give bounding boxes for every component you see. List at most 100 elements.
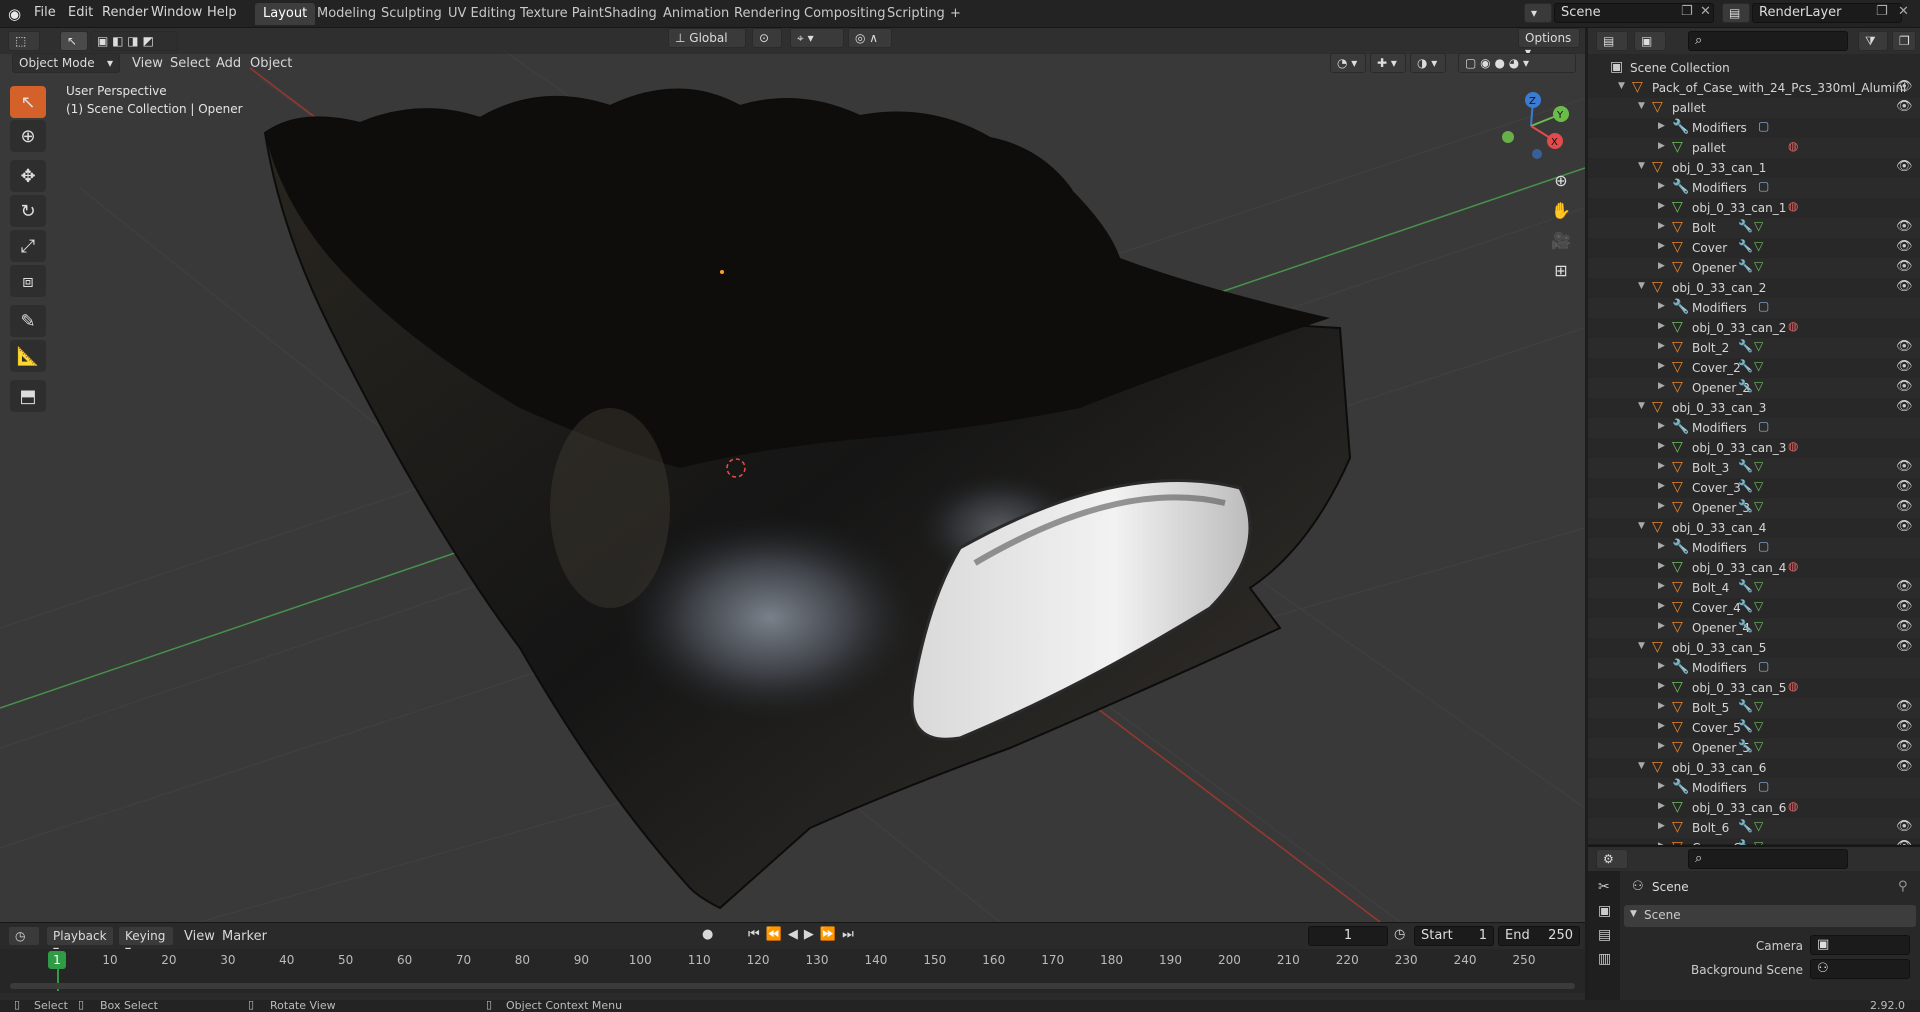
options-button[interactable]: Options ▾: [1518, 28, 1580, 59]
outliner-item[interactable]: ▶ ▽ obj_0_33_can_6 ◍: [1588, 798, 1920, 818]
outliner-item[interactable]: ▶ 🔧 Modifiers ▢: [1588, 118, 1920, 138]
outliner-item[interactable]: ▶ ▽ obj_0_33_can_4 ◍: [1588, 558, 1920, 578]
outliner-item[interactable]: ▶ ▽ Bolt_3 🔧 ▽ 👁: [1588, 458, 1920, 478]
output-tab-icon[interactable]: ▤: [1588, 919, 1620, 943]
timeline-menu-marker[interactable]: Marker: [222, 929, 267, 944]
outliner-item[interactable]: ▶ 🔧 Modifiers ▢: [1588, 178, 1920, 198]
pin-icon[interactable]: ⚲: [1898, 879, 1908, 894]
expand-right-icon[interactable]: ▶: [1658, 461, 1665, 471]
render-layer-close-icon[interactable]: ✕: [1898, 4, 1909, 19]
shading-mode-icons[interactable]: ▢ ◉ ● ◕ ▾: [1458, 53, 1576, 73]
end-frame-field[interactable]: End 250: [1498, 926, 1580, 946]
tab-layout[interactable]: Layout: [255, 3, 316, 25]
timeline-scrollbar[interactable]: [10, 983, 1575, 989]
expand-right-icon[interactable]: ▶: [1658, 561, 1665, 571]
tool-measure-icon[interactable]: 📐: [10, 340, 46, 372]
menu-file[interactable]: File: [34, 5, 56, 20]
viewport-menu-object[interactable]: Object: [250, 56, 292, 71]
visibility-eye-icon[interactable]: 👁: [1896, 359, 1913, 374]
outliner-item[interactable]: ▶ ▽ Bolt_6 🔧 ▽ 👁: [1588, 818, 1920, 838]
visibility-eye-icon[interactable]: 👁: [1896, 639, 1913, 654]
current-frame-field[interactable]: 1: [1308, 926, 1388, 946]
snap-icon[interactable]: ⌖ ▾: [790, 28, 844, 48]
visibility-eye-icon[interactable]: 👁: [1896, 739, 1913, 754]
outliner-item[interactable]: ▶ ▽ obj_0_33_can_3 ◍: [1588, 438, 1920, 458]
visibility-eye-icon[interactable]: 👁: [1896, 619, 1913, 634]
visibility-eye-icon[interactable]: 👁: [1896, 339, 1913, 354]
tool-move-icon[interactable]: ✥: [10, 160, 46, 192]
scene-browse-icon[interactable]: ▾: [1524, 3, 1552, 23]
record-icon[interactable]: ●: [702, 927, 713, 942]
expand-down-icon[interactable]: ▼: [1638, 401, 1645, 411]
expand-right-icon[interactable]: ▶: [1658, 821, 1665, 831]
keying-dropdown[interactable]: Keying ▾: [118, 926, 174, 957]
expand-right-icon[interactable]: ▶: [1658, 261, 1665, 271]
expand-down-icon[interactable]: ▼: [1638, 161, 1645, 171]
perspective-toggle-icon[interactable]: ⊞: [1547, 256, 1575, 284]
tab-sculpting[interactable]: Sculpting: [373, 3, 450, 25]
menu-render[interactable]: Render: [102, 5, 148, 20]
outliner-item[interactable]: ▶ ▽ Opener_2 🔧 ▽ 👁: [1588, 378, 1920, 398]
tab-animation[interactable]: Animation: [655, 3, 737, 25]
render-layer-icon[interactable]: ▤: [1722, 3, 1750, 23]
tool-tab-icon[interactable]: ✂: [1588, 871, 1620, 895]
expand-right-icon[interactable]: ▶: [1658, 501, 1665, 511]
properties-search-input[interactable]: ⌕: [1688, 849, 1848, 869]
outliner-item[interactable]: ▶ 🔧 Modifiers ▢: [1588, 778, 1920, 798]
outliner-item[interactable]: ▼ ▽ obj_0_33_can_2 👁: [1588, 278, 1920, 298]
background-scene-field[interactable]: ⚇: [1810, 959, 1910, 979]
expand-right-icon[interactable]: ▶: [1658, 481, 1665, 491]
start-frame-field[interactable]: Start 1: [1414, 926, 1494, 946]
expand-down-icon[interactable]: ▼: [1638, 281, 1645, 291]
tool-cursor-icon[interactable]: ⊕: [10, 120, 46, 152]
outliner-item[interactable]: ▶ 🔧 Modifiers ▢: [1588, 298, 1920, 318]
visibility-icon[interactable]: ◔ ▾: [1330, 53, 1366, 73]
editor-type-icon[interactable]: ⬚: [8, 31, 40, 51]
outliner-item[interactable]: ▶ ▽ Opener 🔧 ▽ 👁: [1588, 258, 1920, 278]
expand-right-icon[interactable]: ▶: [1658, 221, 1665, 231]
expand-down-icon[interactable]: ▼: [1638, 641, 1645, 651]
outliner-item[interactable]: ▶ ▽ Cover_3 🔧 ▽ 👁: [1588, 478, 1920, 498]
expand-right-icon[interactable]: ▶: [1658, 601, 1665, 611]
visibility-eye-icon[interactable]: 👁: [1896, 699, 1913, 714]
blender-logo-icon[interactable]: ◉: [8, 5, 21, 23]
clock-icon[interactable]: ◷: [1394, 927, 1405, 942]
visibility-eye-icon[interactable]: 👁: [1896, 599, 1913, 614]
visibility-eye-icon[interactable]: 👁: [1896, 79, 1913, 94]
outliner-item[interactable]: ▼ ▽ pallet 👁: [1588, 98, 1920, 118]
zoom-icon[interactable]: ⊕: [1547, 166, 1575, 194]
expand-right-icon[interactable]: ▶: [1658, 361, 1665, 371]
visibility-eye-icon[interactable]: 👁: [1896, 399, 1913, 414]
select-tool-icon[interactable]: ↖: [60, 31, 88, 51]
expand-right-icon[interactable]: ▶: [1658, 781, 1665, 791]
outliner-item[interactable]: ▶ ▽ obj_0_33_can_5 ◍: [1588, 678, 1920, 698]
visibility-eye-icon[interactable]: 👁: [1896, 219, 1913, 234]
pivot-point-icon[interactable]: ⊙: [752, 28, 782, 48]
expand-down-icon[interactable]: ▼: [1638, 101, 1645, 111]
render-tab-icon[interactable]: ▣: [1588, 895, 1620, 919]
timeline-track[interactable]: 1 10 20 30 40 50 60 70 80 90 100 110 120 130 140 150 160…: [0, 949, 1585, 993]
expand-right-icon[interactable]: ▶: [1658, 341, 1665, 351]
outliner-item[interactable]: ▶ ▽ Bolt_5 🔧 ▽ 👁: [1588, 698, 1920, 718]
new-collection-icon[interactable]: ❐: [1892, 31, 1916, 51]
outliner-item[interactable]: ▶ ▽ pallet ◍: [1588, 138, 1920, 158]
scene-copy-icon[interactable]: ❐: [1681, 4, 1693, 19]
viewport-menu-view[interactable]: View: [132, 56, 163, 71]
scene-panel-header[interactable]: ▼ Scene: [1624, 905, 1916, 927]
visibility-eye-icon[interactable]: 👁: [1896, 719, 1913, 734]
outliner-item[interactable]: ▶ ▽ Opener_5 🔧 ▽ 👁: [1588, 738, 1920, 758]
expand-right-icon[interactable]: ▶: [1658, 381, 1665, 391]
outliner-item[interactable]: ▶ ▽ Opener_3 🔧 ▽ 👁: [1588, 498, 1920, 518]
expand-right-icon[interactable]: ▶: [1658, 441, 1665, 451]
outliner-item[interactable]: ▶ ▽ Cover 🔧 ▽ 👁: [1588, 238, 1920, 258]
visibility-eye-icon[interactable]: 👁: [1896, 259, 1913, 274]
tool-rotate-icon[interactable]: ↻: [10, 195, 46, 227]
visibility-eye-icon[interactable]: 👁: [1896, 159, 1913, 174]
outliner-item[interactable]: ▶ 🔧 Modifiers ▢: [1588, 658, 1920, 678]
viewport-menu-select[interactable]: Select: [170, 56, 210, 71]
render-layer-copy-icon[interactable]: ❐: [1876, 4, 1888, 19]
expand-right-icon[interactable]: ▶: [1658, 121, 1665, 131]
visibility-eye-icon[interactable]: 👁: [1896, 759, 1913, 774]
visibility-eye-icon[interactable]: 👁: [1896, 579, 1913, 594]
outliner-item[interactable]: ▶ ▽ Cover_2 🔧 ▽ 👁: [1588, 358, 1920, 378]
